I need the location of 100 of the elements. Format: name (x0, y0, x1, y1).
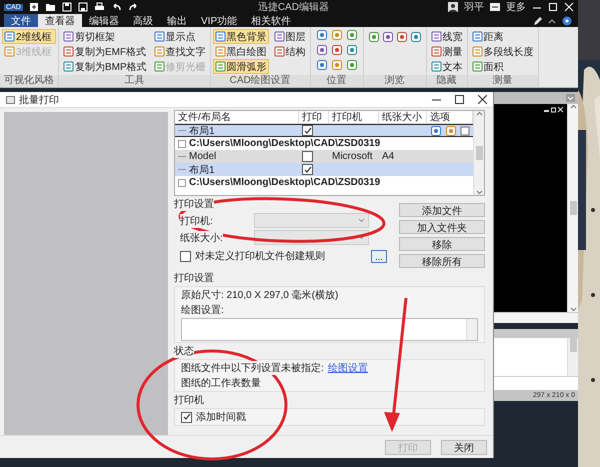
file-action-button[interactable]: 移除所有 (399, 254, 485, 268)
folder-row[interactable]: C:\Users\Mloong\Desktop\CAD\ZSD0319 (175, 137, 473, 150)
undo-icon[interactable] (110, 2, 122, 12)
menu-icon[interactable] (490, 2, 500, 12)
checkbox[interactable] (180, 250, 191, 262)
help-icon[interactable] (562, 16, 572, 26)
menu-tab[interactable]: 查看器 (38, 14, 82, 27)
ribbon-button[interactable]: 查找文字 (152, 44, 208, 59)
menu-tab[interactable]: 输出 (160, 14, 194, 27)
ribbon-button[interactable]: 面积 (470, 59, 536, 74)
maximize-icon[interactable] (455, 95, 464, 104)
ribbon-button[interactable]: 黑色背景 (212, 29, 269, 44)
scroll-down-icon[interactable] (570, 307, 576, 312)
browse-icon[interactable] (368, 31, 380, 43)
ribbon-button[interactable]: 显示点 (152, 29, 208, 44)
table-cell[interactable]: Model (175, 150, 299, 163)
caret-icon (358, 218, 365, 223)
panel-icon (154, 61, 165, 72)
ribbon-button[interactable]: 复制为EMF格式 (61, 44, 149, 59)
menu-tab[interactable]: 相关软件 (244, 14, 298, 27)
save-icon[interactable] (62, 2, 72, 12)
ribbon-button[interactable]: 测量 (428, 44, 465, 59)
field-label: 绘图设置: (181, 304, 225, 317)
ribbon-button[interactable]: 2维线框 (2, 29, 56, 44)
user-icon[interactable] (448, 2, 458, 12)
list-icon[interactable] (445, 124, 457, 136)
menu-tab[interactable]: 文件 (4, 14, 38, 27)
view-icon[interactable] (316, 44, 328, 56)
collapse-icon[interactable] (548, 18, 556, 24)
panel-icon (214, 61, 226, 72)
ribbon-button[interactable]: 圆滑弧形 (212, 59, 269, 74)
status-message: 图纸的工作表数量 (181, 376, 261, 390)
checkbox-label[interactable]: 添加时间戳 (196, 410, 246, 424)
ribbon-button[interactable]: 距离 (470, 29, 536, 44)
dialog-title: 批量打印 (19, 94, 59, 106)
plot-settings-field[interactable] (181, 318, 478, 341)
ribbon-button[interactable]: 线宽 (428, 29, 465, 44)
ribbon-button[interactable]: 复制为BMP格式 (61, 59, 149, 74)
more-menu[interactable]: 更多 (506, 0, 526, 14)
file-action-button[interactable]: 添加文件 (399, 203, 485, 217)
view-icon[interactable] (346, 59, 358, 71)
checkbox[interactable] (181, 412, 192, 422)
scroll-up-icon[interactable] (476, 111, 482, 116)
dialog-button[interactable]: 关闭 (441, 440, 487, 454)
view-icon[interactable] (316, 59, 328, 71)
square-icon[interactable] (460, 126, 470, 136)
table-cell[interactable]: 布局1 (175, 124, 299, 137)
user-name[interactable]: 羽平 (464, 0, 484, 14)
folder-row[interactable]: C:\Users\Mloong\Desktop\CAD\ZSD0319 (175, 176, 473, 189)
view-icon[interactable] (330, 29, 343, 41)
print-checkbox[interactable] (302, 164, 313, 175)
scrollbar[interactable] (473, 111, 484, 195)
field-label: 打印机: (180, 214, 213, 228)
window-controls-icon[interactable] (544, 107, 564, 113)
original-size-text: 原始尺寸: 210,0 X 297,0 毫米(横放) (181, 288, 340, 302)
group-title: 可视化风格 (0, 75, 58, 87)
section-title: 打印设置 (174, 272, 215, 285)
section-title: 状态 (174, 344, 194, 358)
ribbon-button[interactable]: 多段线长度 (470, 44, 536, 59)
browse-icon[interactable] (410, 31, 422, 43)
new-file-icon[interactable] (28, 2, 39, 12)
view-icon[interactable] (346, 44, 358, 56)
panel-icon (430, 61, 442, 72)
ribbon-button[interactable]: 图层 (272, 29, 308, 44)
file-action-button[interactable]: 移除 (399, 237, 485, 251)
checkbox-label[interactable]: 对未定义打印机文件创建规则 (195, 249, 325, 263)
print-icon[interactable] (94, 2, 105, 12)
save-as-icon[interactable] (78, 2, 88, 12)
print-checkbox[interactable] (302, 151, 313, 162)
print-checkbox[interactable] (302, 125, 313, 136)
preview-icon[interactable] (430, 124, 442, 136)
browse-icon[interactable] (396, 31, 408, 43)
view-icon[interactable] (316, 29, 328, 41)
view-icon[interactable] (346, 29, 358, 41)
dropdown-icon[interactable] (566, 94, 575, 102)
group-title: 位置 (310, 75, 363, 87)
table-cell: Microsoft (329, 150, 379, 163)
folder-path: C:\Users\Mloong\Desktop\CAD\ZSD0319 (189, 177, 380, 188)
browse-icon[interactable] (382, 31, 394, 43)
browse-button[interactable]: ... (371, 250, 387, 262)
scroll-down-icon[interactable] (476, 190, 482, 195)
view-icon[interactable] (330, 44, 343, 56)
view-icon[interactable] (330, 59, 343, 71)
menu-tab[interactable]: 高级 (126, 14, 160, 27)
ribbon-button[interactable]: 剪切框架 (61, 29, 149, 44)
file-action-button[interactable]: 加入文件夹 (399, 220, 485, 234)
ribbon-button[interactable]: 文本 (428, 59, 465, 74)
redo-icon[interactable] (128, 2, 139, 12)
folder-icon[interactable] (44, 2, 56, 12)
menu-tab[interactable]: VIP功能 (194, 14, 244, 27)
plot-settings-link[interactable]: 绘图设置 (328, 361, 368, 375)
ribbon-button[interactable]: 结构 (272, 44, 308, 59)
close-icon[interactable] (478, 95, 487, 104)
scrollbar[interactable] (494, 312, 578, 323)
ribbon-button[interactable]: 黑白绘图 (212, 44, 269, 59)
scroll-thumb[interactable] (476, 146, 482, 160)
menu-tab[interactable]: 编辑器 (82, 14, 126, 27)
scrollbar[interactable] (567, 104, 578, 312)
table-cell[interactable]: 布局1 (175, 163, 299, 176)
scroll-up-icon[interactable] (570, 104, 576, 109)
